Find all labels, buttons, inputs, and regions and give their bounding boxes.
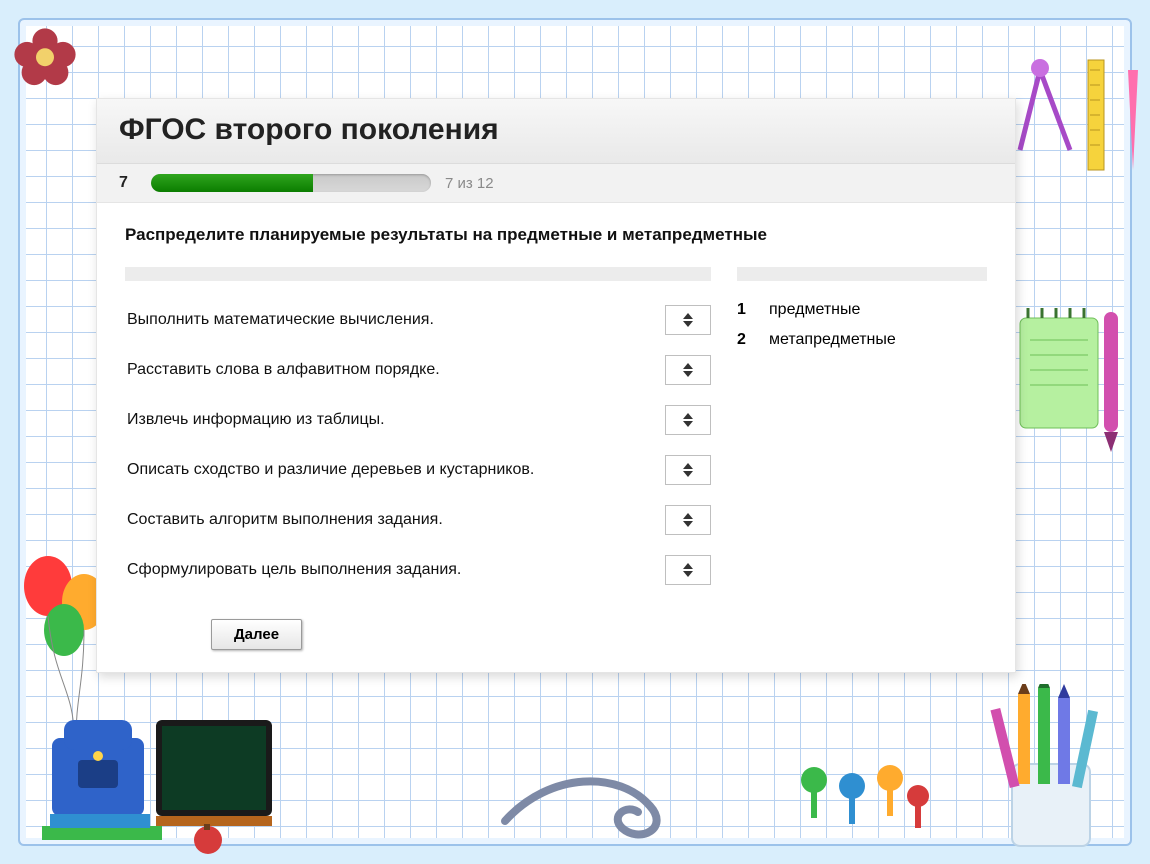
item-text: Выполнить математические вычисления.: [127, 311, 434, 329]
progress-label: 7 из 12: [445, 175, 494, 192]
question-prompt: Распределите планируемые результаты на п…: [125, 225, 987, 245]
answer-area: Выполнить математические вычисления. Рас…: [125, 267, 987, 595]
item-category-selector[interactable]: [665, 355, 711, 385]
item-category-selector[interactable]: [665, 555, 711, 585]
item-row: Расставить слова в алфавитном порядке.: [125, 345, 711, 395]
item-row: Извлечь информацию из таблицы.: [125, 395, 711, 445]
categories-column: 1 предметные 2 метапредметные: [737, 267, 987, 355]
category-number: 1: [737, 301, 751, 319]
next-button[interactable]: Далее: [211, 619, 302, 650]
item-category-selector[interactable]: [665, 405, 711, 435]
item-row: Выполнить математические вычисления.: [125, 295, 711, 345]
item-category-selector[interactable]: [665, 305, 711, 335]
progress-bar-row: 7 7 из 12: [97, 164, 1015, 203]
category-label: метапредметные: [769, 331, 896, 349]
quiz-card: ФГОС второго поколения 7 7 из 12 Распред…: [96, 98, 1016, 673]
current-question-number: 7: [119, 174, 137, 192]
items-header-bar: [125, 267, 711, 281]
item-row: Описать сходство и различие деревьев и к…: [125, 445, 711, 495]
item-row: Сформулировать цель выполнения задания.: [125, 545, 711, 595]
quiz-header: ФГОС второго поколения: [97, 99, 1015, 164]
categories-header-bar: [737, 267, 987, 281]
item-text: Описать сходство и различие деревьев и к…: [127, 461, 534, 479]
progress-fill: [151, 174, 313, 192]
category-row: 2 метапредметные: [737, 325, 987, 355]
item-row: Составить алгоритм выполнения задания.: [125, 495, 711, 545]
item-category-selector[interactable]: [665, 455, 711, 485]
item-text: Составить алгоритм выполнения задания.: [127, 511, 443, 529]
next-button-row: Далее: [125, 619, 987, 650]
item-text: Извлечь информацию из таблицы.: [127, 411, 385, 429]
item-text: Сформулировать цель выполнения задания.: [127, 561, 461, 579]
category-label: предметные: [769, 301, 860, 319]
items-column: Выполнить математические вычисления. Рас…: [125, 267, 711, 595]
category-row: 1 предметные: [737, 295, 987, 325]
item-category-selector[interactable]: [665, 505, 711, 535]
progress-track: [151, 174, 431, 192]
quiz-title: ФГОС второго поколения: [119, 113, 993, 147]
item-text: Расставить слова в алфавитном порядке.: [127, 361, 440, 379]
quiz-body: Распределите планируемые результаты на п…: [97, 203, 1015, 672]
category-number: 2: [737, 331, 751, 349]
